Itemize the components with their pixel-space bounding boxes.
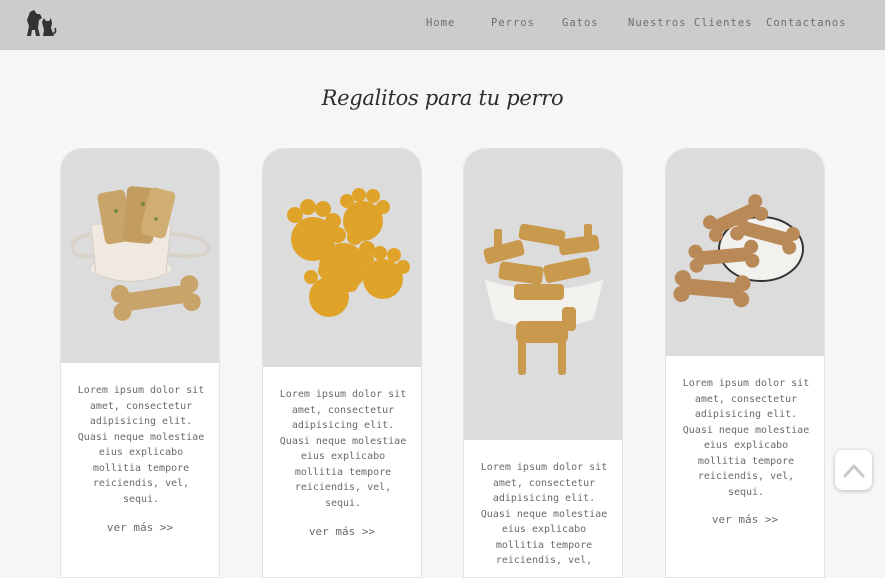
card-description: Lorem ipsum dolor sit amet, consectetur … [480,462,608,566]
ver-mas-link[interactable]: ver más >> [263,525,421,538]
nav-gatos[interactable]: Gatos [562,17,599,29]
product-image [263,149,421,367]
ver-mas-link[interactable]: ver más >> [61,521,219,534]
nav-nuestros-clientes[interactable]: Nuestros Clientes [628,17,752,29]
product-card: Lorem ipsum dolor sit amet, consectetur … [463,148,623,578]
card-description: Lorem ipsum dolor sit amet, consectetur … [682,378,810,498]
product-card: Lorem ipsum dolor sit amet, consectetur … [60,148,220,578]
scroll-to-top-button[interactable] [835,450,872,490]
nav-perros[interactable]: Perros [491,17,535,29]
page-title: Regalitos para tu perro [321,86,564,110]
product-card: Lorem ipsum dolor sit amet, consectetur … [262,148,422,578]
product-image [464,149,622,440]
nav-home[interactable]: Home [426,17,455,29]
card-description: Lorem ipsum dolor sit amet, consectetur … [279,389,407,509]
chevron-up-icon [843,464,865,478]
nav-contactanos[interactable]: Contactanos [766,17,847,29]
navbar: Home Perros Gatos Nuestros Clientes Cont… [0,0,885,50]
dog-cat-logo-icon[interactable] [24,8,58,40]
card-description: Lorem ipsum dolor sit amet, consectetur … [77,385,205,505]
product-image [666,149,824,356]
product-image [61,149,219,363]
product-card: Lorem ipsum dolor sit amet, consectetur … [665,148,825,578]
ver-mas-link[interactable]: ver más >> [666,513,824,526]
